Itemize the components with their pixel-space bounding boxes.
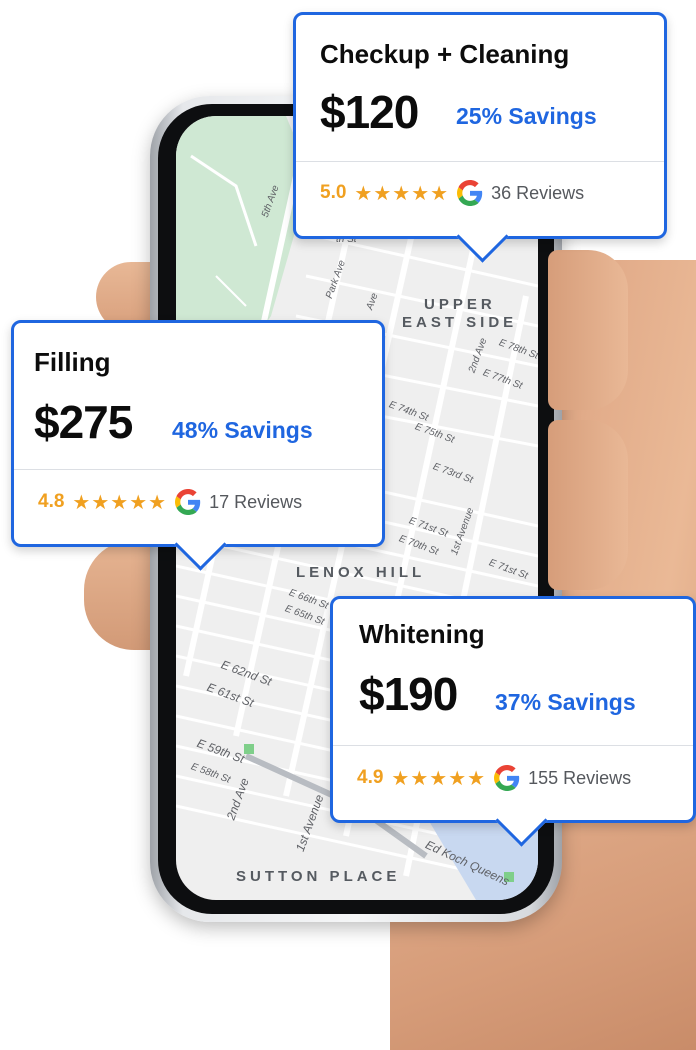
rating-value: 5.0	[320, 182, 347, 203]
rating-value: 4.9	[357, 767, 384, 788]
service-price: $275	[34, 396, 133, 448]
savings-label: 25% Savings	[456, 103, 597, 129]
savings-label: 48% Savings	[172, 417, 313, 443]
map-neighborhood-label: SUTTON PLACE	[236, 868, 401, 885]
card-divider	[333, 745, 693, 746]
star-icon: ★★★★★	[354, 182, 450, 205]
price-card-checkup[interactable]: Checkup + Cleaning $120 25% Savings 5.0 …	[293, 12, 667, 263]
rating-value: 4.8	[38, 491, 65, 512]
hand-finger-right-2	[548, 420, 628, 590]
google-g-icon	[175, 489, 201, 515]
service-name: Whitening	[359, 619, 485, 649]
google-g-icon	[457, 180, 483, 206]
savings-label: 37% Savings	[495, 689, 636, 715]
service-price: $120	[320, 86, 419, 138]
google-g-icon	[494, 765, 520, 791]
star-icon: ★★★★★	[391, 767, 487, 790]
rating-row: 4.9 ★★★★★ 155 Reviews	[357, 765, 631, 791]
price-card-whitening[interactable]: Whitening $190 37% Savings 4.9 ★★★★★ 155…	[330, 596, 696, 847]
review-count: 17 Reviews	[209, 491, 303, 512]
rating-row: 4.8 ★★★★★ 17 Reviews	[38, 489, 302, 515]
review-count: 36 Reviews	[491, 182, 585, 203]
star-icon: ★★★★★	[72, 491, 168, 514]
map-neighborhood-label: EAST SIDE	[402, 314, 518, 331]
service-name: Filling	[34, 347, 111, 377]
service-name: Checkup + Cleaning	[320, 39, 570, 69]
card-divider	[296, 161, 664, 162]
map-neighborhood-label: LENOX HILL	[296, 564, 426, 581]
card-divider	[14, 469, 382, 470]
map-neighborhood-label: UPPER	[424, 296, 496, 313]
service-price: $190	[359, 668, 458, 720]
hand-finger-right-1	[548, 250, 628, 410]
review-count: 155 Reviews	[528, 767, 632, 788]
promo-scene: 5th Ave Park Ave Ave th St 2nd Ave E 78t…	[0, 0, 696, 1050]
price-card-filling[interactable]: Filling $275 48% Savings 4.8 ★★★★★ 17 Re…	[11, 320, 385, 571]
rating-row: 5.0 ★★★★★ 36 Reviews	[320, 180, 584, 206]
